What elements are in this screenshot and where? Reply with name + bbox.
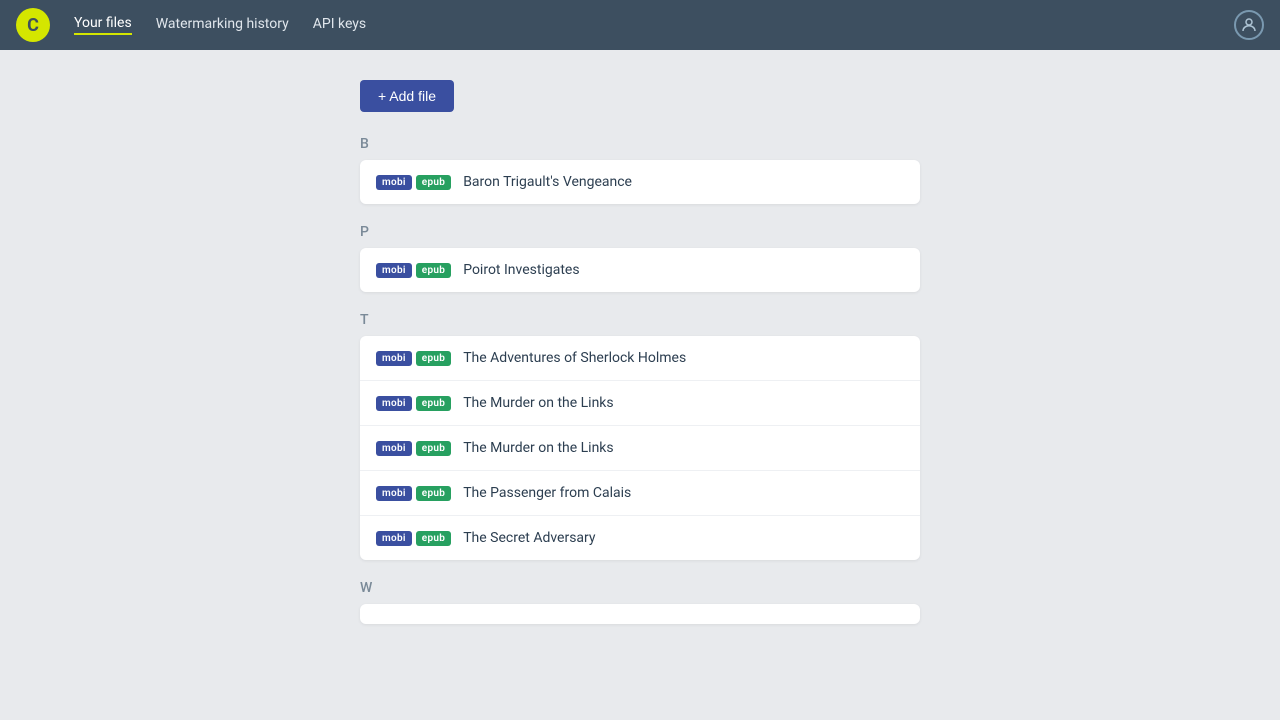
badges: mobi epub: [376, 396, 451, 411]
badge-epub: epub: [416, 531, 451, 546]
file-title: The Murder on the Links: [463, 440, 613, 456]
file-list-p: mobi epub Poirot Investigates: [360, 248, 920, 292]
section-letter-w: W: [360, 580, 920, 596]
badges: mobi epub: [376, 175, 451, 190]
file-item: mobi epub The Passenger from Calais: [360, 471, 920, 516]
nav-api-keys[interactable]: API keys: [313, 16, 366, 34]
main-content: + Add file B mobi epub Baron Trigault's …: [0, 50, 1280, 674]
badge-mobi: mobi: [376, 175, 412, 190]
user-icon[interactable]: [1234, 10, 1264, 40]
file-item: mobi epub The Adventures of Sherlock Hol…: [360, 336, 920, 381]
badge-epub: epub: [416, 263, 451, 278]
file-item: mobi epub Baron Trigault's Vengeance: [360, 160, 920, 204]
file-title: The Passenger from Calais: [463, 485, 631, 501]
badge-mobi: mobi: [376, 531, 412, 546]
badges: mobi epub: [376, 351, 451, 366]
file-item: mobi epub The Murder on the Links: [360, 381, 920, 426]
main-nav: Your files Watermarking history API keys: [74, 15, 366, 35]
badge-epub: epub: [416, 486, 451, 501]
add-file-button[interactable]: + Add file: [360, 80, 454, 112]
badges: mobi epub: [376, 531, 451, 546]
badge-epub: epub: [416, 351, 451, 366]
badge-mobi: mobi: [376, 486, 412, 501]
badge-mobi: mobi: [376, 263, 412, 278]
badges: mobi epub: [376, 263, 451, 278]
section-letter-p: P: [360, 224, 920, 240]
badge-epub: epub: [416, 441, 451, 456]
file-item: mobi epub The Secret Adversary: [360, 516, 920, 560]
header-left: C Your files Watermarking history API ke…: [16, 8, 366, 42]
file-title: Poirot Investigates: [463, 262, 579, 278]
file-list-t: mobi epub The Adventures of Sherlock Hol…: [360, 336, 920, 560]
nav-your-files[interactable]: Your files: [74, 15, 132, 35]
file-list-b: mobi epub Baron Trigault's Vengeance: [360, 160, 920, 204]
content-area: + Add file B mobi epub Baron Trigault's …: [360, 80, 920, 644]
file-title: The Murder on the Links: [463, 395, 613, 411]
logo: C: [16, 8, 50, 42]
section-letter-b: B: [360, 136, 920, 152]
file-title: Baron Trigault's Vengeance: [463, 174, 632, 190]
main-header: C Your files Watermarking history API ke…: [0, 0, 1280, 50]
badge-epub: epub: [416, 175, 451, 190]
file-list-w: [360, 604, 920, 624]
file-item: mobi epub The Murder on the Links: [360, 426, 920, 471]
file-item: mobi epub Poirot Investigates: [360, 248, 920, 292]
badge-epub: epub: [416, 396, 451, 411]
badges: mobi epub: [376, 441, 451, 456]
header-right: [1234, 10, 1264, 40]
section-letter-t: T: [360, 312, 920, 328]
badge-mobi: mobi: [376, 441, 412, 456]
nav-watermarking-history[interactable]: Watermarking history: [156, 16, 289, 34]
badge-mobi: mobi: [376, 351, 412, 366]
file-title: The Adventures of Sherlock Holmes: [463, 350, 686, 366]
badges: mobi epub: [376, 486, 451, 501]
badge-mobi: mobi: [376, 396, 412, 411]
file-title: The Secret Adversary: [463, 530, 595, 546]
